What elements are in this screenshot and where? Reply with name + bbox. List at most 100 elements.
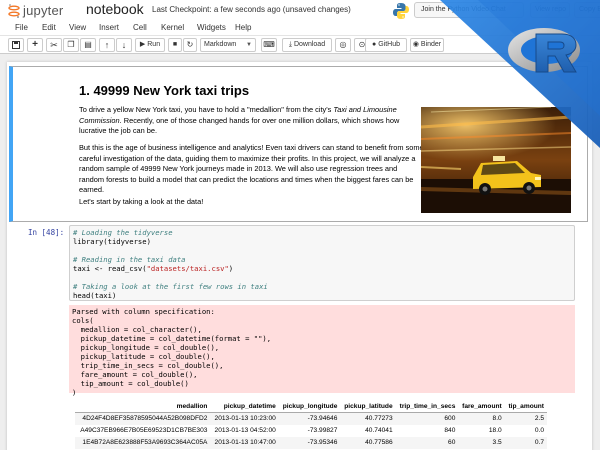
- download-label: Download: [293, 41, 326, 48]
- cell-type-select[interactable]: Markdown ▼: [200, 38, 256, 52]
- table-cell: 60: [395, 436, 459, 449]
- table-cell: 18.0: [488, 427, 502, 434]
- column-header: medallion: [75, 401, 211, 413]
- table-cell: -73.95346: [278, 436, 341, 449]
- menu-widgets[interactable]: Widgets: [197, 23, 226, 32]
- table-cell: 2013-01-13 04:52:00: [214, 427, 276, 434]
- notebook-name[interactable]: notebook: [86, 1, 144, 17]
- binder-button[interactable]: ◉ Binder: [410, 38, 444, 52]
- table-cell: -73.99827: [307, 427, 338, 434]
- r-logo-icon: [508, 28, 580, 73]
- join-video-chat-button[interactable]: Join the Python Video Chat: [414, 2, 524, 18]
- app-window: jupyter notebook Last Checkpoint: a few …: [0, 0, 600, 450]
- stderr-line: pickup_latitude = col_double(),: [72, 352, 215, 361]
- copy-icon: ❐: [67, 40, 75, 49]
- table-cell: 8.0: [458, 412, 505, 425]
- stderr-output: Parsed with column specification: cols( …: [69, 305, 575, 397]
- menu-kernel[interactable]: Kernel: [161, 23, 184, 32]
- code-string: "datasets/taxi.csv": [146, 264, 229, 273]
- python-logo-icon: [393, 3, 409, 19]
- copy-button[interactable]: ❐: [63, 38, 79, 52]
- table-row: A49C37EB966E7B05E69523D1CB7BE303 2013-01…: [75, 425, 547, 437]
- stderr-line: Parsed with column specification:: [72, 307, 215, 316]
- move-down-button[interactable]: ↓: [116, 38, 132, 52]
- table-cell: A49C37EB966E7B05E69523D1CB7BE303: [80, 427, 208, 434]
- view-repo-button[interactable]: View repo: [530, 2, 570, 18]
- command-palette-button[interactable]: ⌨: [261, 38, 277, 52]
- copy-binder-link-button[interactable]: Copy Binder link: [574, 2, 600, 18]
- table-cell: 40.77586: [340, 436, 396, 449]
- section-title: 1. 49999 New York taxi trips: [79, 83, 250, 98]
- move-up-button[interactable]: ↑: [99, 38, 115, 52]
- code-line: # Reading in the taxi data: [73, 255, 186, 264]
- markdown-cell[interactable]: 1. 49999 New York taxi trips To drive a …: [9, 66, 588, 222]
- restart-button[interactable]: ↻: [183, 38, 197, 52]
- table-header-row: medallion pickup_datetime pickup_longitu…: [75, 401, 547, 413]
- notebook-container: 1. 49999 New York taxi trips To drive a …: [7, 62, 592, 450]
- code-line: # Loading the tidyverse: [73, 228, 173, 237]
- input-prompt: In [48]:: [28, 228, 65, 237]
- menu-file[interactable]: File: [15, 23, 28, 32]
- menu-edit[interactable]: Edit: [42, 23, 56, 32]
- chevron-down-icon: ▼: [246, 42, 252, 48]
- interrupt-button[interactable]: ■: [168, 38, 182, 52]
- table-cell: 40.77273: [340, 412, 396, 425]
- github-icon: ●: [372, 41, 377, 48]
- binder-logo-icon: ◉: [412, 41, 419, 48]
- table-cell: 40.74041: [365, 427, 393, 434]
- table-cell: 2013-01-13 10:23:00: [210, 412, 279, 425]
- stderr-line: pickup_datetime = col_datetime(format = …: [72, 334, 272, 343]
- stderr-line: medallion = col_character(),: [72, 325, 202, 334]
- table-cell: 0.7: [504, 436, 547, 449]
- jupyter-logo-icon: [8, 4, 20, 18]
- jupyter-logo[interactable]: jupyter: [8, 3, 76, 19]
- table-cell: 4D24F4D8EF35878595044A52B098DFD2: [75, 412, 211, 425]
- run-label: Run: [147, 41, 161, 48]
- stderr-line: pickup_longitude = col_double(),: [72, 343, 220, 352]
- download-button[interactable]: ⤓ Download: [282, 38, 332, 52]
- github-label: GitHub: [378, 41, 400, 48]
- menu-cell[interactable]: Cell: [133, 23, 147, 32]
- plus-icon: +: [32, 39, 38, 50]
- paragraph-intro-part: . Recently, one of those changed hands f…: [79, 115, 400, 136]
- cut-button[interactable]: ✂: [46, 38, 62, 52]
- code-line: library(tidyverse): [73, 237, 151, 246]
- binder-label: Binder: [420, 41, 442, 48]
- stderr-line: trip_time_in_secs = col_double(),: [72, 361, 224, 370]
- checkpoint-status: Last Checkpoint: a few seconds ago (unsa…: [152, 5, 351, 14]
- column-header: pickup_longitude: [278, 401, 341, 413]
- code-cell[interactable]: In [48]: # Loading the tidyverse library…: [9, 224, 588, 450]
- dataframe-table: medallion pickup_datetime pickup_longitu…: [75, 401, 547, 449]
- menu-help[interactable]: Help: [235, 23, 251, 32]
- save-button[interactable]: [8, 38, 24, 52]
- paste-button[interactable]: ▤: [80, 38, 96, 52]
- table-cell: 2013-01-13 10:47:00: [210, 436, 279, 449]
- binder-share-button[interactable]: ◎: [335, 38, 351, 52]
- paste-icon: ▤: [84, 40, 92, 49]
- paragraph-intro-part: To drive a yellow New York taxi, you hav…: [79, 105, 334, 114]
- table-row: 1E4B72A8E623888F53A9693C364AC05A 2013-01…: [75, 436, 547, 449]
- table-cell: 0.0: [534, 427, 544, 434]
- github-button[interactable]: ● GitHub: [365, 38, 407, 52]
- menu-view[interactable]: View: [69, 23, 86, 32]
- play-icon: ▶: [139, 41, 146, 48]
- logo-text: jupyter: [23, 3, 64, 18]
- code-line: head(taxi): [73, 291, 117, 300]
- binder-icon: ◎: [339, 40, 347, 49]
- save-icon: [12, 41, 20, 49]
- stop-icon: ■: [172, 41, 178, 48]
- column-header: fare_amount: [458, 401, 505, 413]
- stderr-line: fare_amount = col_double(),: [72, 370, 198, 379]
- stderr-line: tip_amount = col_double(): [72, 379, 189, 388]
- insert-cell-button[interactable]: +: [27, 38, 43, 52]
- run-button[interactable]: ▶ Run: [135, 38, 165, 52]
- stderr-line: cols(: [72, 316, 94, 325]
- arrow-down-icon: ↓: [121, 40, 127, 50]
- table-cell: 2.5: [504, 412, 547, 425]
- scissors-icon: ✂: [50, 40, 58, 50]
- code-line: ): [228, 264, 234, 273]
- header: jupyter notebook Last Checkpoint: a few …: [0, 0, 600, 22]
- menu-insert[interactable]: Insert: [99, 23, 119, 32]
- table-cell: -73.94646: [278, 412, 341, 425]
- code-editor[interactable]: # Loading the tidyverse library(tidyvers…: [69, 225, 575, 301]
